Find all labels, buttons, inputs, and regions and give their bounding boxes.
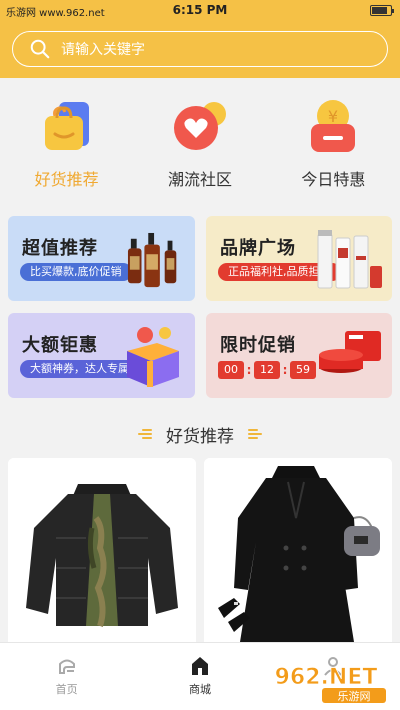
shopping-bag-icon: [44, 102, 89, 150]
category-row: 好货推荐 潮流社区 ¥ 今日特惠: [0, 90, 400, 200]
category-daily-deals[interactable]: ¥ 今日特惠: [267, 90, 400, 200]
section-header: 好货推荐: [0, 420, 400, 448]
battery-icon: [370, 5, 394, 16]
promo-flash-sale[interactable]: 限时促销 00 : 12 : 59: [206, 313, 392, 398]
svg-text:962.NET: 962.NET: [275, 665, 378, 690]
heart-bubble-icon: [173, 102, 226, 150]
skincare-bottles-image: [317, 230, 382, 289]
promo-title: 大额钜惠: [22, 335, 98, 356]
gift-box-image: [127, 327, 179, 387]
nav-store[interactable]: 商城: [133, 643, 266, 710]
category-trend-community[interactable]: 潮流社区: [133, 90, 266, 200]
promo-value-picks[interactable]: 超值推荐 比买爆款,底价促销: [8, 216, 195, 301]
countdown-timer: 00 : 12 : 59: [218, 361, 316, 379]
home-icon: [58, 659, 75, 674]
clock: 6:15 PM: [172, 3, 228, 17]
store-icon: [191, 657, 208, 675]
status-bar: 乐游网 www.962.net 6:15 PM: [0, 0, 400, 22]
timer-seconds: 59: [290, 361, 316, 379]
promo-title: 限时促销: [220, 335, 296, 356]
puffer-jacket-image: [8, 458, 196, 642]
product-card[interactable]: [8, 458, 196, 642]
category-label: 今日特惠: [301, 170, 366, 189]
category-label: 潮流社区: [167, 170, 232, 189]
section-title: 好货推荐: [166, 426, 234, 447]
promo-title: 品牌广场: [220, 238, 296, 259]
promo-subtitle: 比买爆款,底价促销: [20, 263, 132, 281]
search-icon: [30, 39, 50, 59]
watermark-logo: 962.NET 乐游网: [274, 665, 386, 703]
product-card[interactable]: [204, 458, 392, 642]
nav-label: 商城: [188, 683, 211, 696]
promo-brand-plaza[interactable]: 品牌广场 正品福利社,品质担当: [206, 216, 392, 301]
decoration-right-icon: [246, 427, 264, 441]
timer-hours: 00: [218, 361, 244, 379]
decoration-left-icon: [136, 427, 154, 441]
category-good-picks[interactable]: 好货推荐: [0, 90, 133, 200]
coin-pouch-icon: ¥: [311, 100, 356, 152]
search-input[interactable]: 请输入关键字: [12, 31, 388, 67]
promo-title: 超值推荐: [22, 238, 98, 259]
timer-minutes: 12: [254, 361, 280, 379]
cream-jar-image: [319, 331, 381, 373]
svg-text:乐游网: 乐游网: [338, 690, 371, 703]
nav-label: 首页: [55, 683, 78, 696]
header: 请输入关键字: [0, 22, 400, 78]
nav-home[interactable]: 首页: [0, 643, 133, 710]
search-placeholder: 请输入关键字: [61, 42, 145, 58]
wool-coat-image: [204, 458, 392, 642]
svg-text:¥: ¥: [328, 107, 338, 126]
serum-bottles-image: [127, 232, 177, 288]
promo-big-discount[interactable]: 大额钜惠 大额神券，达人专属: [8, 313, 195, 398]
category-label: 好货推荐: [34, 170, 99, 189]
